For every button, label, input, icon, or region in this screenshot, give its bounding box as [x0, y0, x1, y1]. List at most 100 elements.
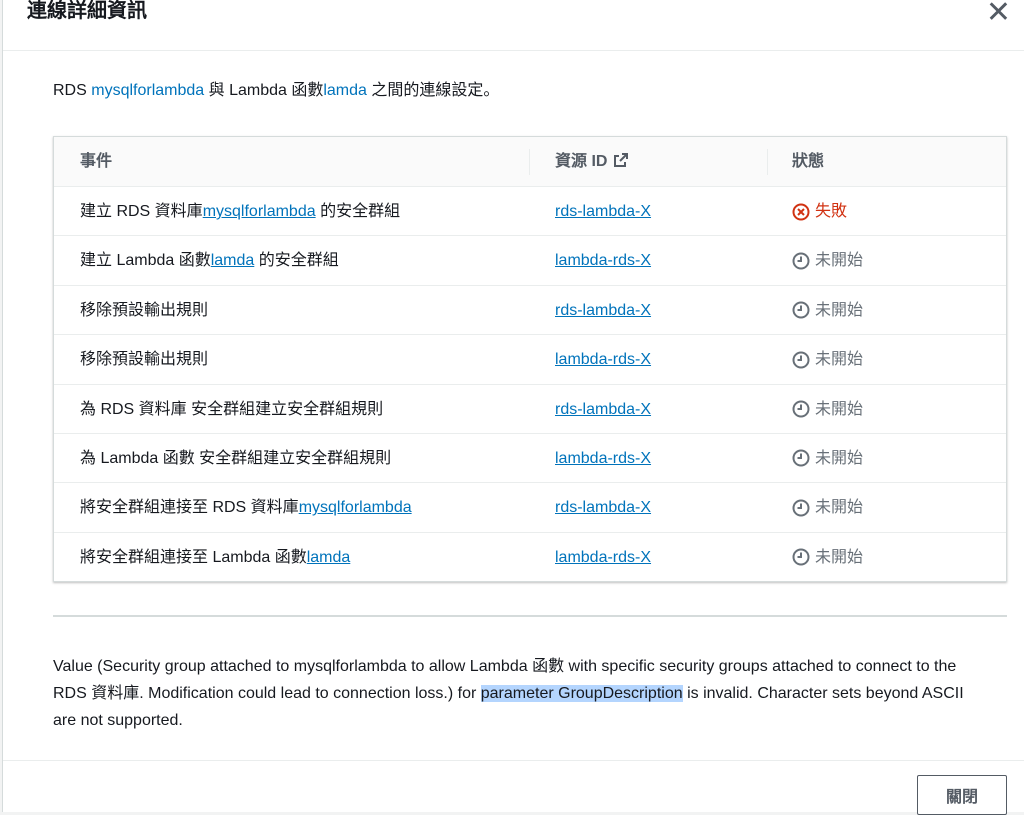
- resource-cell: rds-lambda-X: [555, 483, 651, 532]
- status-cell: 未開始: [792, 286, 863, 335]
- error-highlight: parameter GroupDescription: [480, 685, 683, 702]
- clock-icon: [792, 548, 810, 566]
- table-body: 建立 RDS 資料庫mysqlforlambda 的安全群組 rds-lambda…: [54, 187, 1006, 582]
- resource-id-link[interactable]: rds-lambda-X: [555, 401, 651, 418]
- footer-divider: [3, 760, 1024, 761]
- resource-cell: lambda-rds-X: [555, 533, 651, 582]
- resource-cell: lambda-rds-X: [555, 335, 651, 384]
- event-cell: 移除預設輸出規則: [80, 335, 208, 384]
- modal-title: 連線詳細資訊: [27, 0, 147, 22]
- table-row: 建立 Lambda 函數lamda 的安全群組 lambda-rds-X 未開始: [54, 236, 1006, 286]
- connection-details-modal: 連線詳細資訊 ✕ RDS mysqlforlambda 與 Lambda 函數l…: [2, 0, 1024, 815]
- status-cell: 未開始: [792, 236, 863, 285]
- table-row: 為 RDS 資料庫 安全群組建立安全群組規則 rds-lambda-X 未開始: [54, 385, 1006, 434]
- header-event: 事件: [80, 153, 113, 170]
- event-text: 將安全群組連接至 RDS 資料庫: [80, 499, 299, 517]
- modal-header: 連線詳細資訊 ✕: [3, 0, 1024, 51]
- clock-icon: [792, 400, 810, 418]
- event-cell: 為 RDS 資料庫 安全群組建立安全群組規則: [80, 385, 383, 434]
- table-header: 事件 資源 ID 狀態: [54, 137, 1006, 187]
- intro-text-3: 之間的連線設定。: [366, 82, 500, 99]
- event-text: 為 Lambda 函數 安全群組建立安全群組規則: [80, 449, 392, 467]
- header-status: 狀態: [792, 153, 825, 170]
- events-table: 事件 資源 ID 狀態 建立 RDS 資料庫mysqlforlambda 的安全…: [53, 136, 1007, 582]
- error-message: Value (Security group attached to mysqlf…: [53, 653, 973, 734]
- status-indicator: 未開始: [792, 335, 863, 384]
- event-text: 建立 Lambda 函數: [80, 252, 211, 270]
- status-indicator: 未開始: [792, 533, 863, 582]
- resource-id-link[interactable]: lambda-rds-X: [555, 450, 651, 467]
- intro-text-1: RDS: [53, 82, 92, 99]
- event-text: 移除預設輸出規則: [80, 301, 209, 319]
- status-label: 失敗: [815, 203, 848, 220]
- column-divider: [529, 149, 530, 175]
- intro-text-2: 與 Lambda 函數: [204, 82, 324, 99]
- clock-icon: [792, 449, 810, 467]
- resource-id-link[interactable]: rds-lambda-X: [555, 203, 651, 220]
- event-resource-link[interactable]: lamda: [307, 549, 351, 566]
- column-divider: [767, 149, 768, 175]
- clock-icon: [792, 252, 810, 270]
- event-cell: 移除預設輸出規則: [80, 286, 208, 335]
- status-label: 未開始: [815, 400, 864, 418]
- table-row: 將安全群組連接至 Lambda 函數lamda lambda-rds-X 未開始: [54, 533, 1006, 582]
- event-cell: 建立 Lambda 函數lamda 的安全群組: [80, 236, 339, 285]
- event-resource-link[interactable]: mysqlforlambda: [299, 499, 412, 516]
- resource-id-link[interactable]: lambda-rds-X: [555, 351, 651, 368]
- status-cell: 未開始: [792, 533, 863, 582]
- event-text-suffix: 的安全群組: [315, 203, 401, 220]
- intro-text: RDS mysqlforlambda 與 Lambda 函數lamda 之間的連…: [53, 79, 499, 103]
- status-indicator: 未開始: [792, 236, 863, 285]
- status-indicator: 未開始: [792, 483, 863, 532]
- status-cell: 未開始: [792, 335, 863, 384]
- status-cell: 失敗: [792, 187, 847, 236]
- event-cell: 建立 RDS 資料庫mysqlforlambda 的安全群組: [80, 187, 400, 236]
- db-name-link[interactable]: mysqlforlambda: [91, 82, 204, 99]
- status-label: 未開始: [815, 252, 864, 270]
- event-text: 建立 RDS 資料庫: [80, 203, 203, 220]
- event-cell: 將安全群組連接至 RDS 資料庫mysqlforlambda: [80, 483, 412, 532]
- event-text-suffix: 的安全群組: [254, 252, 339, 270]
- resource-cell: rds-lambda-X: [555, 286, 651, 335]
- header-resource: 資源 ID: [555, 137, 629, 187]
- table-row: 將安全群組連接至 RDS 資料庫mysqlforlambda rds-lambda…: [54, 483, 1006, 533]
- event-cell: 將安全群組連接至 Lambda 函數lamda: [80, 533, 350, 582]
- status-indicator: 未開始: [792, 286, 863, 335]
- table-row: 為 Lambda 函數 安全群組建立安全群組規則 lambda-rds-X 未開始: [54, 434, 1006, 484]
- resource-id-link[interactable]: rds-lambda-X: [555, 302, 651, 319]
- event-text: 將安全群組連接至 Lambda 函數: [80, 548, 307, 566]
- status-indicator: 未開始: [792, 385, 863, 434]
- table-row: 移除預設輸出規則 lambda-rds-X 未開始: [54, 335, 1006, 385]
- event-resource-link[interactable]: mysqlforlambda: [203, 203, 316, 220]
- resource-cell: rds-lambda-X: [555, 187, 651, 236]
- status-label: 未開始: [815, 548, 864, 566]
- event-resource-link[interactable]: lamda: [211, 252, 255, 269]
- status-cell: 未開始: [792, 483, 863, 532]
- status-cell: 未開始: [792, 385, 863, 434]
- error-status-icon: [792, 203, 810, 220]
- event-text: 移除預設輸出規則: [80, 351, 209, 369]
- status-label: 未開始: [815, 449, 864, 467]
- section-divider: [53, 615, 1007, 617]
- resource-cell: lambda-rds-X: [555, 434, 651, 483]
- header-resource-label: 資源 ID: [555, 153, 608, 170]
- resource-id-link[interactable]: rds-lambda-X: [555, 499, 651, 516]
- status-label: 未開始: [815, 351, 864, 369]
- resource-id-link[interactable]: lambda-rds-X: [555, 252, 651, 269]
- close-icon[interactable]: ✕: [986, 0, 1011, 28]
- resource-id-link[interactable]: lambda-rds-X: [555, 549, 651, 566]
- function-name-link[interactable]: lamda: [323, 82, 367, 99]
- clock-icon: [792, 351, 810, 369]
- status-label: 未開始: [815, 499, 864, 517]
- table-row: 建立 RDS 資料庫mysqlforlambda 的安全群組 rds-lambda…: [54, 187, 1006, 237]
- event-cell: 為 Lambda 函數 安全群組建立安全群組規則: [80, 434, 391, 483]
- clock-icon: [792, 499, 810, 517]
- event-text: 為 RDS 資料庫 安全群組建立安全群組規則: [80, 400, 384, 418]
- resource-cell: lambda-rds-X: [555, 236, 651, 285]
- clock-icon: [792, 301, 810, 319]
- external-link-icon: [614, 153, 629, 167]
- status-label: 未開始: [815, 301, 864, 319]
- close-button[interactable]: 關閉: [917, 775, 1007, 815]
- status-indicator: 未開始: [792, 434, 863, 483]
- status-indicator: 失敗: [792, 187, 847, 236]
